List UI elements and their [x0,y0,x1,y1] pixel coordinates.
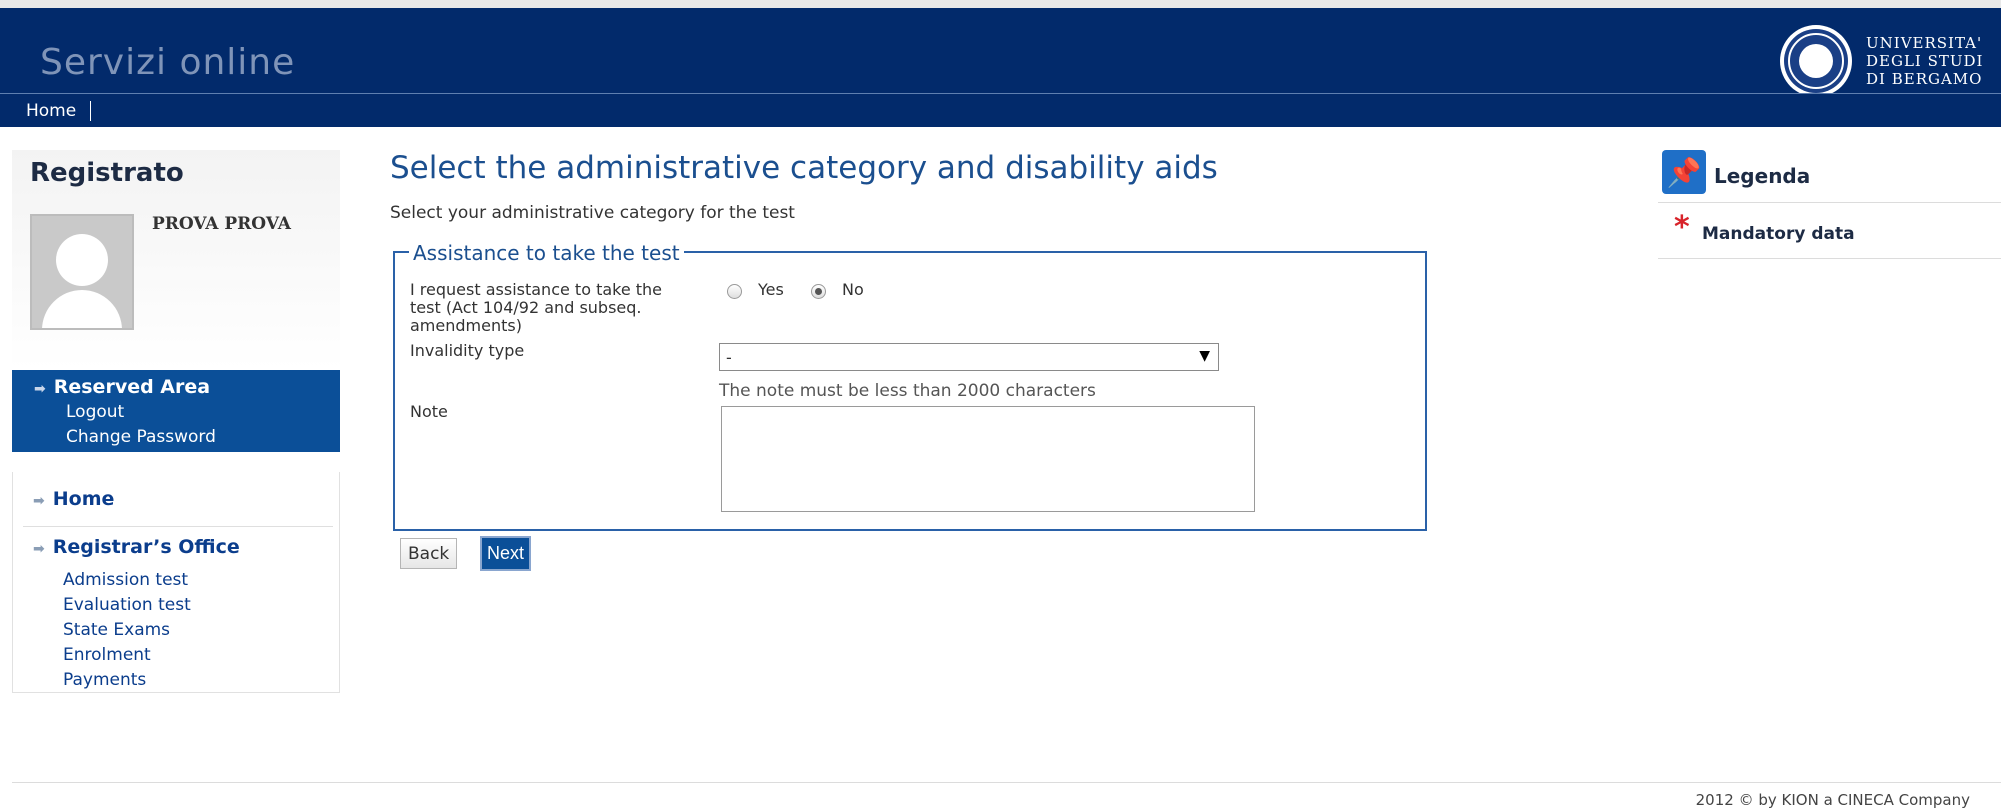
next-button[interactable]: Next [480,536,532,571]
top-strip [0,0,2001,8]
divider [1658,258,2001,259]
divider [23,526,333,527]
invalidity-type-label: Invalidity type [410,341,525,360]
left-sidebar: Registrato PROVA PROVA ➡ Reserved Area Lo… [12,150,340,693]
sidebar-link-state-exams[interactable]: State Exams [63,620,170,640]
footer-copyright: 2012 © by KION a CINECA Company [1695,791,1970,809]
assistance-label: I request assistance to take the test (A… [410,280,663,335]
radio-no-label: No [842,280,864,299]
username: PROVA PROVA [152,214,291,234]
arrow-right-icon: ➡ [33,493,45,509]
logo-line-2: DEGLI STUDI [1866,52,1984,70]
invalidity-type-select[interactable]: - ▼ [719,343,1219,371]
back-button[interactable]: Back [400,538,458,569]
reserved-area-title: ➡ Reserved Area [34,376,211,398]
sidebar-link-admission-test[interactable]: Admission test [63,570,188,590]
required-asterisk-icon: * [1674,210,1690,245]
nav-home-link[interactable]: Home [26,101,92,121]
caret-down-icon: ▼ [1199,348,1210,364]
radio-yes[interactable] [727,284,742,299]
change-password-link[interactable]: Change Password [66,427,216,447]
sidebar-link-evaluation-test[interactable]: Evaluation test [63,595,191,615]
logo-line-3: DI BERGAMO [1866,70,1983,88]
site-header: Servizi online UNIVERSITA' DEGLI STUDI D… [0,8,2001,97]
reserved-area-menu: ➡ Reserved Area Logout Change Password [12,370,340,452]
pin-icon: 📌 [1662,150,1706,194]
note-label: Note [410,402,448,421]
mandatory-data-label: Mandatory data [1702,224,1855,244]
top-navbar: Home [0,93,2001,127]
arrow-right-icon: ➡ [33,541,45,557]
note-hint: The note must be less than 2000 characte… [719,381,1096,401]
page-title: Select the administrative category and d… [390,150,1218,186]
radio-no[interactable] [811,284,826,299]
university-seal-icon [1780,25,1852,97]
sidebar-item-home[interactable]: ➡ Home [33,488,114,510]
logo-line-1: UNIVERSITA' [1866,34,1983,52]
site-title: Servizi online [40,42,296,83]
sidebar-link-payments[interactable]: Payments [63,670,146,690]
note-textarea[interactable] [721,406,1255,512]
page-subtitle: Select your administrative category for … [390,203,795,223]
divider [1658,202,2001,203]
assistance-fieldset: Assistance to take the test I request as… [393,241,1427,531]
avatar [30,214,134,330]
invalidity-type-value: - [726,348,732,367]
university-logo-text: UNIVERSITA' DEGLI STUDI DI BERGAMO [1866,34,1984,88]
sidebar-item-registrar-office[interactable]: ➡ Registrar’s Office [33,536,240,558]
footer-divider [12,782,2001,783]
fieldset-legend: Assistance to take the test [409,241,684,265]
arrow-right-icon: ➡ [34,381,46,397]
sidebar-nav: ➡ Home ➡ Registrar’s Office Admission test… [12,472,340,693]
sidebar-link-enrolment[interactable]: Enrolment [63,645,151,665]
logout-link[interactable]: Logout [66,402,124,422]
legend-title: Legenda [1714,164,1811,188]
radio-yes-label: Yes [758,280,784,299]
user-status-title: Registrato [30,158,184,188]
user-panel: Registrato PROVA PROVA [12,150,340,370]
